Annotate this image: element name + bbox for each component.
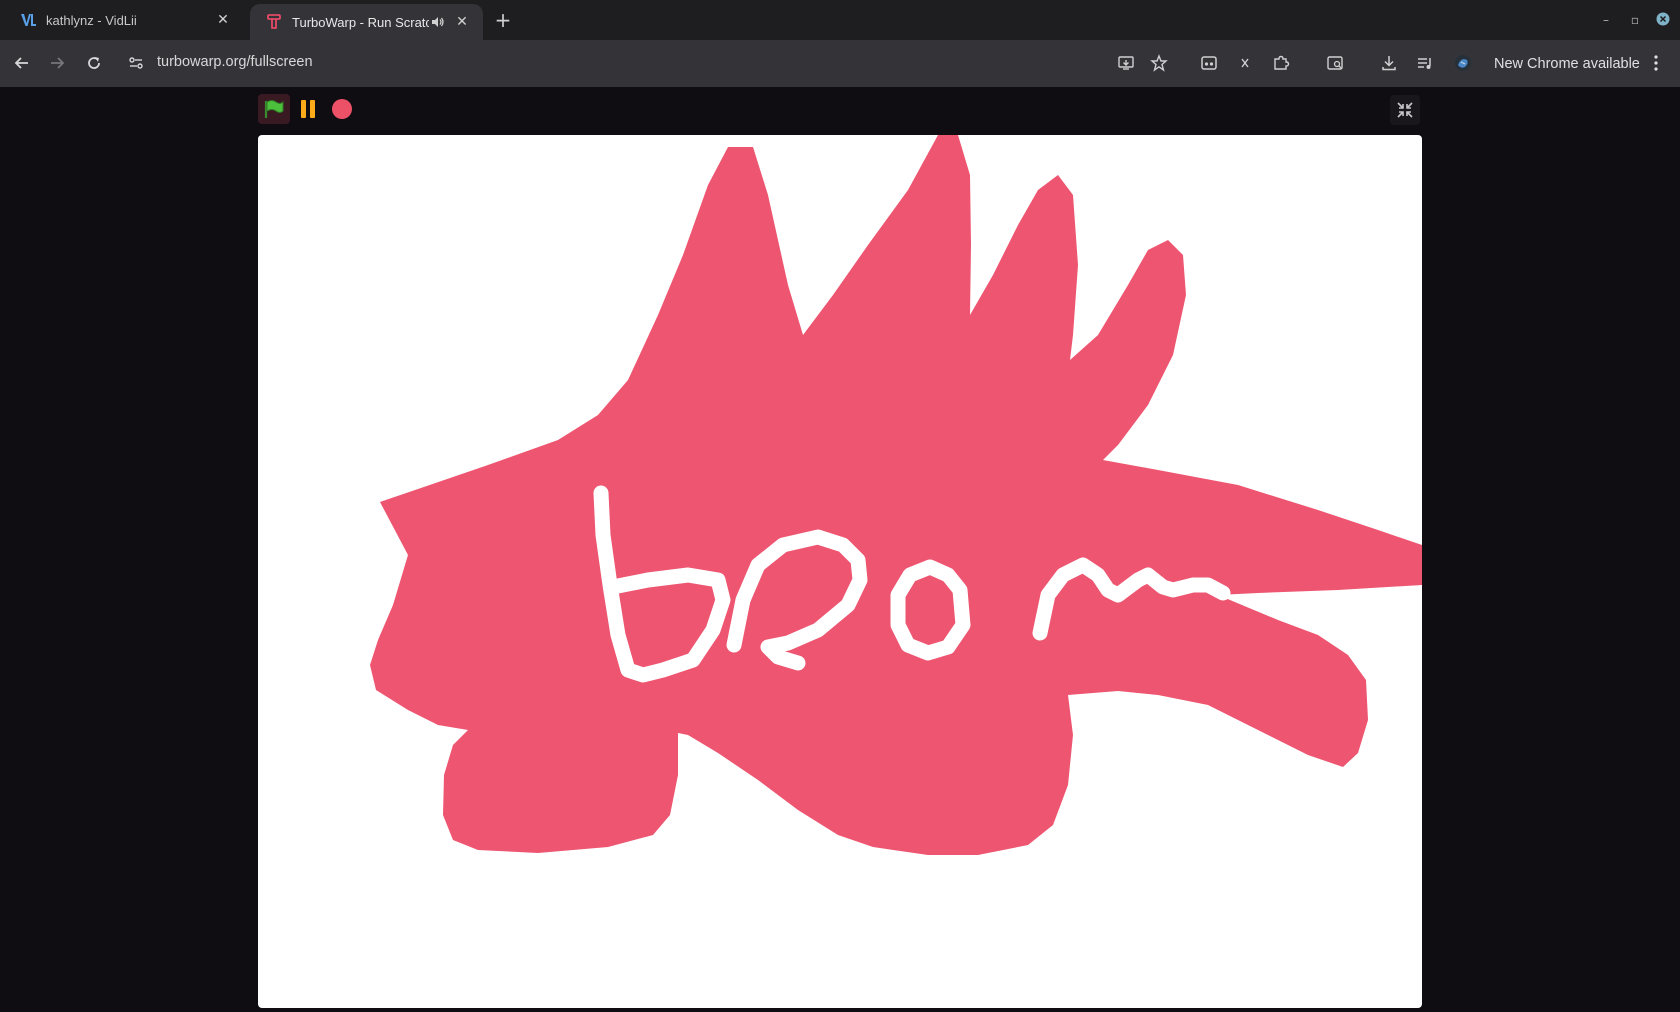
project-stage[interactable]	[258, 135, 1422, 1008]
chrome-update-label: New Chrome available	[1494, 55, 1640, 72]
turbowarp-favicon-icon	[266, 14, 282, 30]
back-arrow-icon[interactable]	[9, 50, 35, 76]
media-controls-icon[interactable]	[1413, 51, 1437, 75]
install-app-icon[interactable]	[1114, 51, 1138, 75]
green-flag-button[interactable]	[258, 94, 290, 124]
minimize-icon[interactable]: –	[1598, 12, 1614, 28]
tab-title: TurboWarp - Run Scratch	[292, 14, 429, 30]
address-bar[interactable]: turbowarp.org/fullscreen	[157, 54, 313, 70]
tab-turbowarp[interactable]: TurboWarp - Run Scratch ✕	[250, 4, 483, 40]
forward-arrow-icon[interactable]	[44, 50, 70, 76]
turbowarp-fullscreen-page	[0, 87, 1680, 1012]
red-blob-drawing	[370, 135, 1422, 855]
bookmark-star-icon[interactable]	[1147, 51, 1171, 75]
exit-fullscreen-button[interactable]	[1390, 95, 1420, 125]
extension-icon[interactable]	[1197, 51, 1221, 75]
tab-strip: kathlynz - VidLii ✕ TurboWarp - Run Scra…	[0, 0, 1680, 40]
player-controls	[258, 94, 358, 124]
close-window-icon[interactable]	[1655, 12, 1671, 28]
puzzle-extensions-icon[interactable]	[1269, 51, 1293, 75]
chrome-update-button[interactable]: New Chrome available	[1486, 50, 1646, 77]
tab-close-icon[interactable]: ✕	[453, 13, 471, 31]
restore-icon[interactable]: ▫	[1627, 12, 1643, 28]
new-tab-button[interactable]: +	[492, 9, 514, 31]
extension-icon[interactable]	[1233, 51, 1257, 75]
tab-close-icon[interactable]: ✕	[214, 11, 232, 29]
vidlii-favicon-icon	[20, 12, 36, 28]
reload-icon[interactable]	[81, 50, 107, 76]
tab-title: kathlynz - VidLii	[46, 12, 137, 28]
browser-toolbar: turbowarp.org/fullscreen New Chrome avai…	[0, 40, 1680, 87]
download-icon[interactable]	[1377, 51, 1401, 75]
site-settings-icon[interactable]	[126, 53, 146, 73]
speaker-icon[interactable]	[429, 13, 447, 31]
exit-fullscreen-icon	[1397, 102, 1413, 118]
chrome-menu-icon[interactable]	[1648, 52, 1664, 74]
tab-search-icon[interactable]	[1323, 51, 1347, 75]
pause-button[interactable]	[292, 94, 324, 124]
profile-avatar-icon[interactable]	[1451, 51, 1475, 75]
stop-button[interactable]	[326, 94, 358, 124]
stage-drawing	[370, 135, 1422, 855]
tab-vidlii[interactable]: kathlynz - VidLii ✕	[4, 0, 244, 40]
